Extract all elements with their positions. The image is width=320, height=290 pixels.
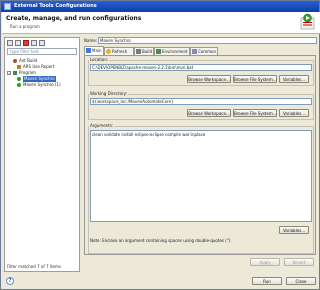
main-tab-panel: Location: C:\DEV\OPENBIZ\apache-maven-2.… [84, 55, 316, 255]
location-variables-button[interactable]: Variables... [279, 75, 309, 83]
tab-environment[interactable]: Environment [154, 47, 190, 55]
program-icon [13, 71, 17, 75]
location-label: Location: [89, 57, 110, 62]
arguments-variables-button[interactable]: Variables... [279, 226, 309, 234]
configuration-list-pane: type filter text Ant Build ARS Use Repor… [4, 37, 80, 272]
working-directory-label: Working Directory: [89, 91, 129, 96]
workdir-browse-file-system-button[interactable]: Browse File System... [233, 109, 277, 117]
delete-configuration-icon[interactable] [23, 40, 29, 46]
dialog-footer: ? Run Close [2, 274, 320, 290]
name-field[interactable]: Maven Synchro [98, 37, 317, 44]
dialog-header: Create, manage, and run configurations R… [2, 12, 320, 34]
external-tools-dialog: External Tools Configurations Create, ma… [0, 0, 320, 290]
tab-main[interactable]: Main [84, 46, 104, 55]
program-run-icon [17, 77, 21, 81]
app-icon [4, 3, 11, 10]
ant-icon [13, 59, 17, 63]
configuration-editor: Name: Maven Synchro Main Refresh Build E… [82, 37, 318, 272]
apply-button[interactable]: Apply [250, 258, 280, 266]
location-browse-file-system-button[interactable]: Browse File System... [233, 75, 277, 83]
name-label: Name: [84, 38, 98, 43]
header-title: Create, manage, and run configurations [6, 15, 142, 22]
filter-status: Filter matched 7 of 7 items [7, 264, 61, 269]
tab-build[interactable]: Build [134, 47, 154, 55]
left-toolbar [6, 39, 78, 47]
arguments-textarea[interactable]: clean validate install eclipse:eclipse c… [90, 130, 312, 222]
ant-file-icon [17, 65, 21, 69]
workdir-variables-button[interactable]: Variables... [279, 109, 309, 117]
external-tools-banner-icon [300, 13, 315, 30]
filter-input[interactable]: type filter text [7, 48, 77, 55]
window-title: External Tools Configurations [14, 3, 97, 9]
filter-configurations-icon[interactable] [39, 40, 45, 46]
help-icon[interactable]: ? [6, 277, 14, 285]
duplicate-configuration-icon[interactable] [15, 40, 21, 46]
location-field[interactable]: C:\DEV\OPENBIZ\apache-maven-2.2.1\bin\mv… [90, 64, 312, 71]
refresh-icon [106, 49, 111, 54]
environment-icon [156, 49, 161, 54]
location-browse-workspace-button[interactable]: Browse Workspace... [187, 75, 231, 83]
revert-button[interactable]: Revert [284, 258, 314, 266]
tab-refresh[interactable]: Refresh [104, 47, 134, 55]
program-expand-toggle[interactable]: − [7, 71, 11, 75]
tree-item-maven-synchro-1[interactable]: Maven Synchro (1) [17, 82, 77, 88]
program-run-icon [17, 83, 21, 87]
arguments-label: Arguments: [89, 123, 115, 128]
arguments-note: Note: Enclose an argument containing spa… [90, 238, 232, 243]
common-icon [192, 49, 197, 54]
build-icon [136, 49, 141, 54]
config-tabs: Main Refresh Build Environment Common [84, 46, 316, 55]
workdir-browse-workspace-button[interactable]: Browse Workspace... [187, 109, 231, 117]
close-button[interactable]: Close [286, 277, 316, 285]
name-row: Name: Maven Synchro [84, 37, 317, 45]
collapse-all-icon[interactable] [31, 40, 37, 46]
header-subtitle: Run a program [10, 24, 40, 29]
new-configuration-icon[interactable] [7, 40, 13, 46]
main-tab-icon [86, 48, 91, 53]
tab-common[interactable]: Common [190, 47, 218, 55]
run-button[interactable]: Run [252, 277, 282, 285]
working-directory-field[interactable]: ${workspace_loc:/MavenAutomateCore} [90, 98, 312, 105]
title-bar: External Tools Configurations [1, 1, 319, 12]
